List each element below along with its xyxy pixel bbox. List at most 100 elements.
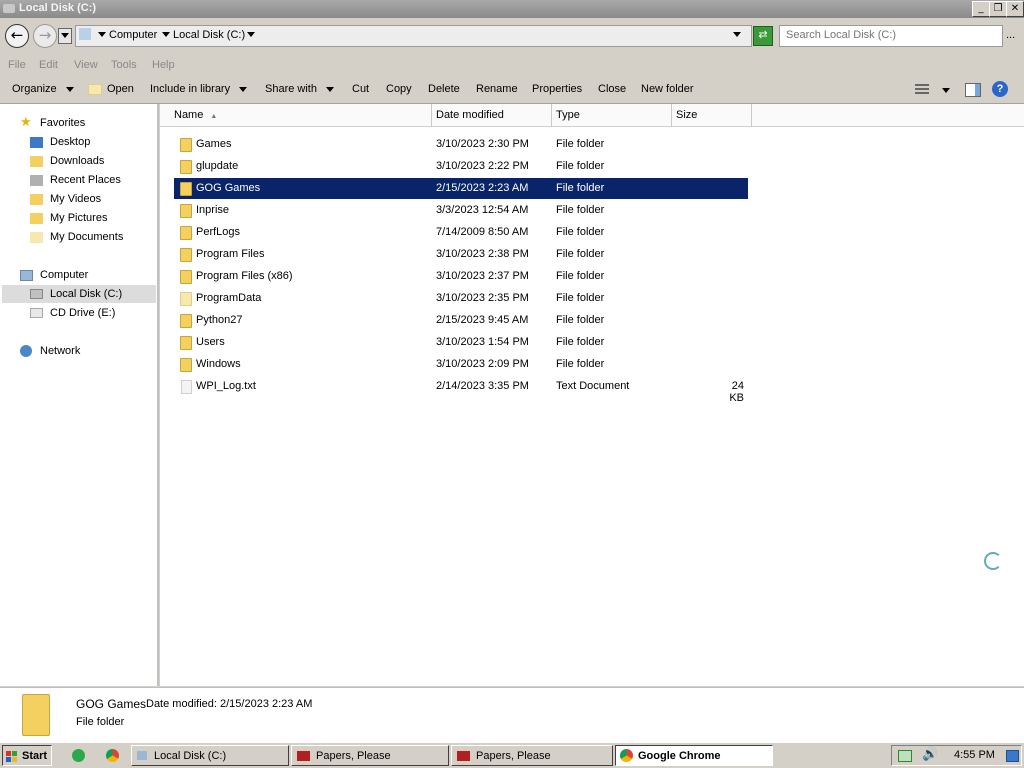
file-name: PerfLogs [196, 226, 241, 238]
file-date: 3/10/2023 1:54 PM [436, 336, 529, 348]
show-desktop-icon[interactable] [1006, 750, 1019, 762]
chevron-down-icon[interactable] [98, 32, 106, 37]
cd-drive-icon [30, 308, 43, 318]
system-tray: 🔊 4:55 PM [891, 745, 1022, 766]
menu-file[interactable]: File [8, 59, 26, 71]
papers-please-icon [297, 751, 310, 761]
refresh-button[interactable]: ⇄ [753, 26, 773, 46]
file-date: 2/15/2023 2:23 AM [436, 182, 529, 194]
back-button[interactable]: ← [5, 24, 29, 48]
taskbar-item-google-chrome[interactable]: Google Chrome [615, 745, 773, 766]
folder-large-icon [22, 694, 50, 736]
taskbar-item-local-disk[interactable]: Local Disk (C:) [131, 745, 289, 766]
chevron-down-icon[interactable] [942, 88, 950, 93]
folder-icon [180, 358, 192, 372]
view-options-button[interactable] [915, 84, 929, 95]
menu-tools[interactable]: Tools [111, 59, 137, 71]
breadcrumb-computer[interactable]: Computer [109, 29, 157, 41]
file-row-program-files[interactable]: Program Files 3/10/2023 2:38 PM File fol… [174, 244, 748, 265]
file-type: File folder [556, 160, 605, 172]
rename-button[interactable]: Rename [476, 83, 518, 95]
organize-button[interactable]: Organize [12, 83, 74, 95]
column-date-header[interactable]: Date modified [432, 104, 552, 126]
file-date: 3/10/2023 2:38 PM [436, 248, 529, 260]
nav-local-disk[interactable]: Local Disk (C:) [2, 285, 156, 303]
forward-button[interactable]: → [33, 24, 57, 48]
file-name: Windows [196, 358, 241, 370]
folder-open-icon [88, 83, 102, 95]
menu-edit[interactable]: Edit [39, 59, 58, 71]
taskbar-item-papers-please-2[interactable]: Papers, Please [451, 745, 613, 766]
address-bar[interactable]: Computer Local Disk (C:) [75, 25, 752, 47]
minimize-button[interactable]: _ [972, 1, 990, 17]
view-list-icon [915, 84, 929, 86]
title-bar[interactable]: Local Disk (C:) _ ❐ ✕ [0, 0, 1024, 18]
restore-button[interactable]: ❐ [989, 1, 1007, 17]
include-in-library-button[interactable]: Include in library [150, 83, 248, 95]
computer-icon [79, 28, 91, 40]
network-status-icon[interactable] [898, 750, 912, 762]
chevron-down-icon[interactable] [247, 32, 255, 37]
delete-button[interactable]: Delete [428, 83, 460, 95]
file-row-gog-games[interactable]: GOG Games 2/15/2023 2:23 AM File folder [174, 178, 748, 199]
clock[interactable]: 4:55 PM [954, 749, 995, 761]
folder-icon [180, 336, 192, 350]
file-date: 3/10/2023 2:09 PM [436, 358, 529, 370]
file-type: File folder [556, 138, 605, 150]
videos-folder-icon [30, 194, 43, 205]
chevron-down-icon[interactable] [162, 32, 170, 37]
file-row-games[interactable]: Games 3/10/2023 2:30 PM File folder [174, 134, 748, 155]
address-history-icon[interactable] [733, 32, 741, 37]
file-row-glupdate[interactable]: glupdate 3/10/2023 2:22 PM File folder [174, 156, 748, 177]
details-date-value: 2/15/2023 2:23 AM [220, 698, 313, 710]
column-type-header[interactable]: Type [552, 104, 672, 126]
close-window-button[interactable]: ✕ [1006, 1, 1024, 17]
file-name: WPI_Log.txt [196, 380, 256, 392]
search-options-button[interactable]: ... [1006, 29, 1015, 41]
start-button[interactable]: Start [2, 745, 52, 766]
chrome-quicklaunch-icon[interactable] [106, 749, 119, 762]
hidden-folder-icon [180, 292, 192, 306]
taskbar-item-papers-please-1[interactable]: Papers, Please [291, 745, 449, 766]
file-row-perflogs[interactable]: PerfLogs 7/14/2009 8:50 AM File folder [174, 222, 748, 243]
column-name-header[interactable]: Name ▲ [170, 104, 432, 126]
copy-button[interactable]: Copy [386, 83, 412, 95]
window-title: Local Disk (C:) [19, 2, 97, 14]
file-row-inprise[interactable]: Inprise 3/3/2023 12:54 AM File folder [174, 200, 748, 221]
back-arrow-icon: ← [10, 26, 24, 44]
file-row-users[interactable]: Users 3/10/2023 1:54 PM File folder [174, 332, 748, 353]
help-button[interactable]: ? [992, 81, 1008, 97]
file-row-programdata[interactable]: ProgramData 3/10/2023 2:35 PM File folde… [174, 288, 748, 309]
folder-icon [180, 248, 192, 262]
refresh-icon: ⇄ [758, 29, 768, 41]
spotify-icon[interactable] [72, 749, 85, 762]
file-date: 3/10/2023 2:35 PM [436, 292, 529, 304]
search-box[interactable] [779, 25, 1003, 47]
file-type: File folder [556, 204, 605, 216]
breadcrumb-local-disk[interactable]: Local Disk (C:) [173, 29, 245, 41]
search-input[interactable] [780, 26, 996, 44]
recent-pages-button[interactable] [58, 28, 72, 44]
menu-help[interactable]: Help [152, 59, 175, 71]
chevron-down-icon [61, 33, 69, 38]
open-button[interactable]: Open [88, 83, 134, 95]
file-row-program-files-x86[interactable]: Program Files (x86) 3/10/2023 2:37 PM Fi… [174, 266, 748, 287]
details-type: File folder [76, 716, 125, 728]
menu-view[interactable]: View [74, 59, 98, 71]
cut-button[interactable]: Cut [352, 83, 369, 95]
file-row-python27[interactable]: Python27 2/15/2023 9:45 AM File folder [174, 310, 748, 331]
close-button[interactable]: Close [598, 83, 626, 95]
column-size-header[interactable]: Size [672, 104, 752, 126]
help-icon: ? [996, 83, 1004, 95]
properties-button[interactable]: Properties [532, 83, 582, 95]
share-with-button[interactable]: Share with [265, 83, 335, 95]
recent-places-icon [30, 175, 43, 186]
preview-pane-button[interactable] [965, 83, 981, 97]
organize-label: Organize [12, 83, 57, 95]
file-row-wpi-log[interactable]: WPI_Log.txt 2/14/2023 3:35 PM Text Docum… [174, 376, 748, 404]
file-row-windows[interactable]: Windows 3/10/2023 2:09 PM File folder [174, 354, 748, 375]
navigation-pane: ★ Favorites Desktop Downloads Recent Pla… [0, 104, 159, 686]
new-folder-button[interactable]: New folder [641, 83, 694, 95]
chevron-down-icon [239, 86, 248, 92]
volume-icon[interactable]: 🔊 [922, 747, 938, 762]
